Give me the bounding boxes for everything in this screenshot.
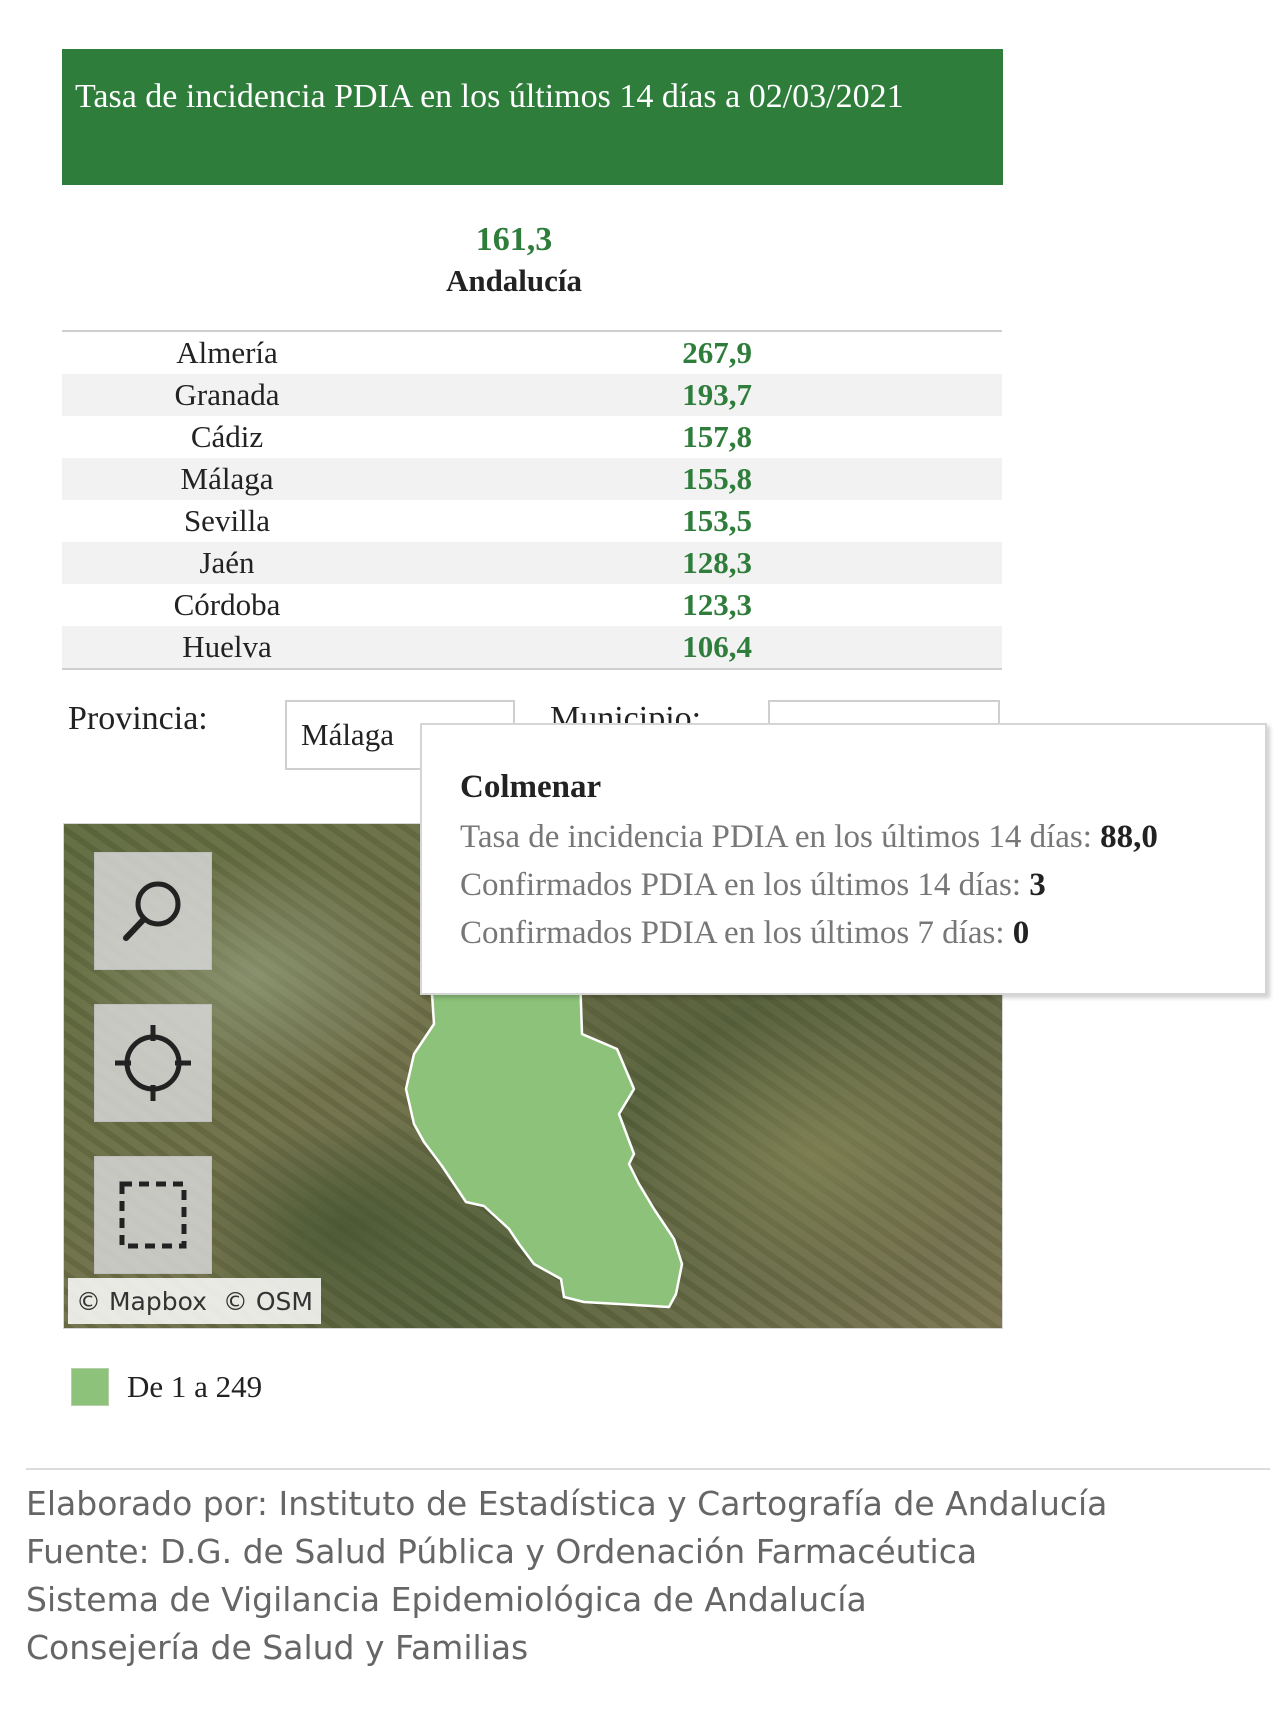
province-value: 123,3	[682, 587, 752, 622]
tooltip-line-confirmed-7: Confirmados PDIA en los últimos 7 días: …	[460, 915, 1030, 951]
table-row[interactable]: Jaén 128,3	[62, 542, 1002, 584]
province-table: Almería 267,9 Granada 193,7 Cádiz 157,8 Mál…	[62, 330, 1002, 670]
search-button[interactable]	[94, 852, 212, 970]
map-legend: De 1 a 249	[71, 1368, 262, 1406]
province-value: 153,5	[682, 503, 752, 538]
province-filter-label: Provincia:	[68, 700, 208, 737]
footer-line: Consejería de Salud y Familias	[26, 1628, 529, 1667]
search-icon	[123, 881, 181, 941]
province-value: 193,7	[682, 377, 752, 412]
province-name: Córdoba	[173, 587, 281, 622]
osm-attribution-link[interactable]: © OSM	[223, 1287, 313, 1316]
map-attribution: © Mapbox © OSM	[68, 1278, 321, 1324]
province-name: Málaga	[180, 461, 274, 496]
legend-label: De 1 a 249	[127, 1369, 263, 1404]
footer-line: Fuente: D.G. de Salud Pública y Ordenaci…	[26, 1532, 978, 1571]
province-name: Cádiz	[190, 419, 264, 454]
map-tooltip: Colmenar Tasa de incidencia PDIA en los …	[420, 723, 1267, 995]
footer-line: Sistema de Vigilancia Epidemiológica de …	[26, 1580, 867, 1619]
legend-swatch	[71, 1368, 109, 1406]
table-row[interactable]: Huelva 106,4	[62, 626, 1002, 668]
page-title: Tasa de incidencia PDIA en los últimos 1…	[62, 49, 1003, 185]
select-area-icon	[119, 1181, 187, 1249]
region-total-name: Andalucía	[445, 263, 583, 298]
tooltip-line-incidence: Tasa de incidencia PDIA en los últimos 1…	[460, 819, 1158, 855]
province-value: 106,4	[682, 629, 752, 664]
table-row[interactable]: Málaga 155,8	[62, 458, 1002, 500]
province-value: 128,3	[682, 545, 752, 580]
table-row[interactable]: Córdoba 123,3	[62, 584, 1002, 626]
province-name: Jaén	[199, 545, 255, 580]
region-total-value: 161,3	[475, 221, 553, 258]
province-name: Sevilla	[183, 503, 271, 538]
table-row[interactable]: Cádiz 157,8	[62, 416, 1002, 458]
footer-line: Elaborado por: Instituto de Estadística …	[26, 1484, 1108, 1523]
select-area-button[interactable]	[94, 1156, 212, 1274]
region-total: 161,3 Andalucía	[62, 220, 966, 302]
table-row[interactable]: Granada 193,7	[62, 374, 1002, 416]
province-value: 157,8	[682, 419, 752, 454]
province-value: 155,8	[682, 461, 752, 496]
table-row[interactable]: Almería 267,9	[62, 332, 1002, 374]
tooltip-line-confirmed-14: Confirmados PDIA en los últimos 14 días:…	[460, 867, 1046, 903]
locate-button[interactable]	[94, 1004, 212, 1122]
mapbox-attribution-link[interactable]: © Mapbox	[76, 1287, 207, 1316]
table-row[interactable]: Sevilla 153,5	[62, 500, 1002, 542]
province-name: Huelva	[182, 629, 272, 664]
footer-credits: Elaborado por: Instituto de Estadística …	[26, 1468, 1270, 1672]
province-value: 267,9	[682, 335, 752, 370]
province-name: Almería	[176, 335, 278, 370]
province-name: Granada	[174, 377, 280, 412]
tooltip-title: Colmenar	[460, 769, 602, 805]
locate-icon	[115, 1025, 191, 1101]
